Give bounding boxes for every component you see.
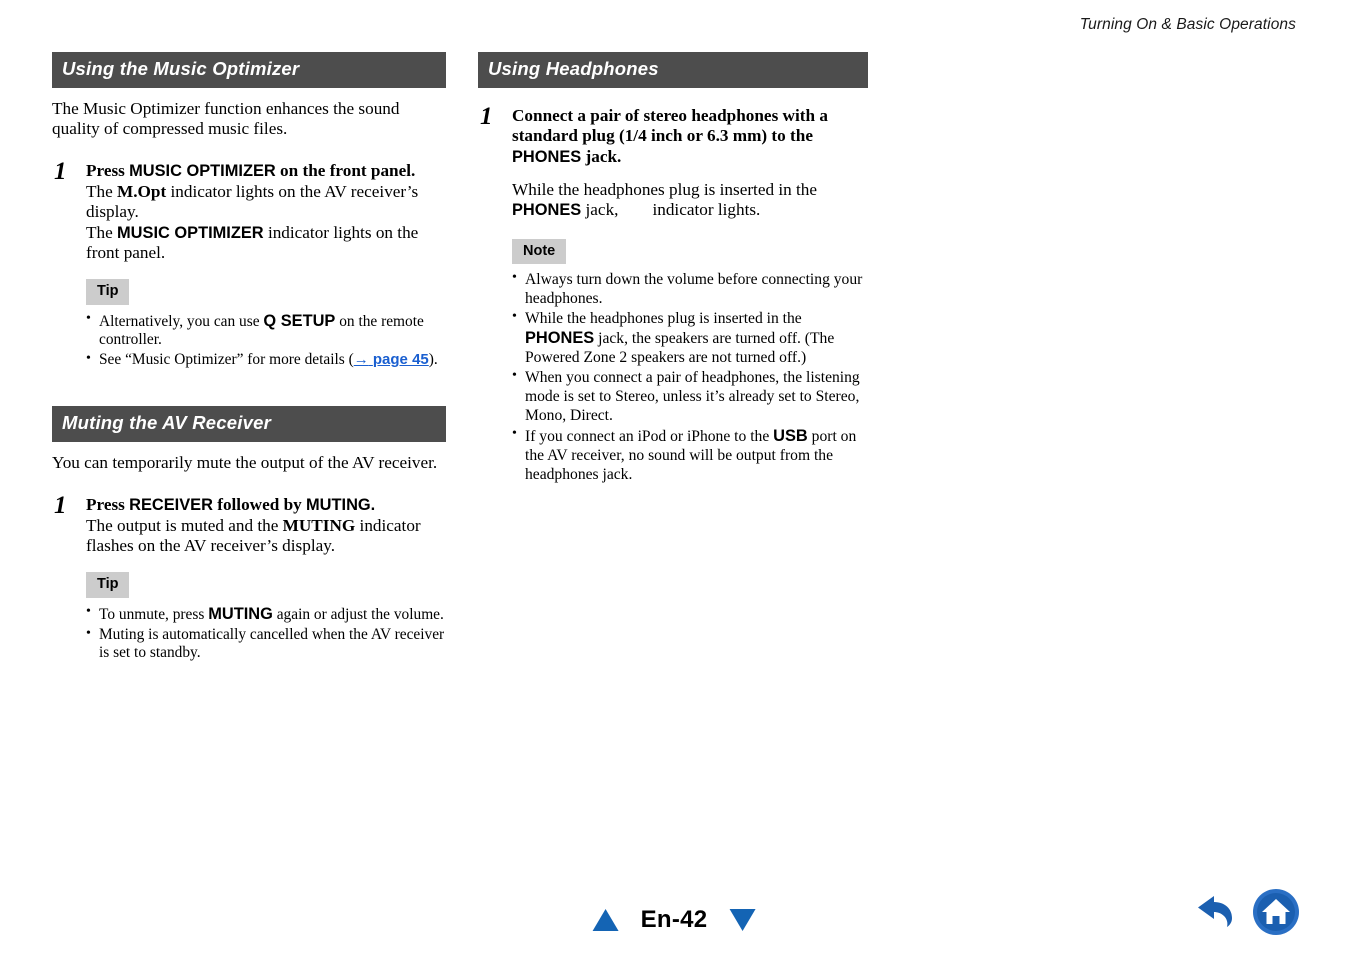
hp-title-pre: Connect a pair of stereo headphones with… (512, 105, 828, 146)
step-title-post: on the front panel. (275, 161, 416, 181)
hp-body-mid: jack, (581, 200, 619, 220)
jack-name-phones: PHONES (525, 329, 595, 348)
hp-title-post: jack. (581, 147, 622, 167)
muting-body-pre: The output is muted and the (86, 515, 283, 535)
tip-label: Tip (86, 279, 130, 305)
control-name-q-setup: Q SETUP (263, 311, 336, 330)
tip-bullet-list: Alternatively, you can use Q SETUP on th… (86, 310, 446, 370)
back-arrow-icon[interactable] (1192, 892, 1238, 932)
tip-callout-muting: Tip To unmute, press MUTING again or adj… (86, 572, 446, 663)
arrow-right-icon: → (353, 351, 369, 369)
step-body-line-2: The MUSIC OPTIMIZER indicator lights on … (86, 223, 446, 264)
muting-step-1: 1 Press RECEIVER followed by MUTING. The… (52, 491, 446, 663)
section-heading-music-optimizer: Using the Music Optimizer (52, 52, 446, 88)
control-name-muting: MUTING. (306, 495, 376, 514)
music-optimizer-step-1: 1 Press MUSIC OPTIMIZER on the front pan… (52, 158, 446, 370)
tip2-pre: See “Music Optimizer” for more details ( (99, 351, 354, 369)
footer-navigation: En-42 (0, 888, 1348, 936)
muting-tip1-post: again or adjust the volume. (272, 605, 444, 623)
step-number: 1 (54, 491, 67, 519)
list-item: When you connect a pair of headphones, t… (512, 367, 868, 425)
section-heading-muting: Muting the AV Receiver (52, 406, 446, 442)
viewer-controls (1192, 888, 1300, 936)
step-title: Connect a pair of stereo headphones with… (512, 106, 868, 168)
step-number: 1 (54, 158, 67, 186)
note-callout-headphones: Note Always turn down the volume before … (512, 238, 868, 485)
list-item: Always turn down the volume before conne… (512, 269, 868, 308)
step-body-line-1: The M.Opt indicator lights on the AV rec… (86, 182, 446, 223)
note-label: Note (512, 238, 567, 265)
indicator-name-muting: MUTING (282, 515, 356, 535)
section-heading-headphones: Using Headphones (478, 52, 868, 88)
right-column: Using Headphones 1 Connect a pair of ste… (478, 52, 868, 484)
muting-tip1-pre: To unmute, press (99, 605, 209, 623)
list-item: To unmute, press MUTING again or adjust … (86, 603, 446, 625)
page-reference-link[interactable]: → page 45 (354, 351, 429, 368)
step-title-pre: Press (86, 161, 130, 181)
step-title: Press RECEIVER followed by MUTING. (86, 495, 446, 516)
tip-bullet-list: To unmute, press MUTING again or adjust … (86, 603, 446, 664)
list-item: See “Music Optimizer” for more details (… (86, 350, 446, 370)
triangle-up-icon[interactable] (592, 909, 619, 931)
port-name-usb: USB (773, 427, 808, 446)
tip-label: Tip (86, 572, 130, 598)
page-reference-label: page 45 (372, 351, 429, 369)
indicator-name-mopt: M.Opt (117, 181, 167, 201)
music-optimizer-intro: The Music Optimizer function enhances th… (52, 98, 400, 138)
note-bullet-list: Always turn down the volume before conne… (512, 269, 868, 484)
list-item: If you connect an iPod or iPhone to the … (512, 425, 868, 484)
step-title-mid: followed by (212, 494, 307, 514)
body2-pre: The (86, 222, 118, 242)
tip2-post: ). (428, 351, 438, 369)
indicator-name-music-optimizer: MUSIC OPTIMIZER (117, 223, 264, 242)
page-navigation: En-42 (592, 906, 756, 934)
list-item: Alternatively, you can use Q SETUP on th… (86, 310, 446, 351)
headphones-step-1: 1 Connect a pair of stereo headphones wi… (478, 102, 868, 485)
hp-body-post: indicator lights. (652, 200, 761, 220)
note4-pre: If you connect an iPod or iPhone to the (525, 428, 774, 446)
note2-pre: While the headphones plug is inserted in… (525, 310, 802, 328)
running-head: Turning On & Basic Operations (1079, 16, 1296, 33)
step-body: The output is muted and the MUTING indic… (86, 516, 446, 557)
step-title: Press MUSIC OPTIMIZER on the front panel… (86, 161, 446, 182)
control-name-receiver: RECEIVER (129, 495, 213, 514)
page-number-label: En-42 (640, 906, 708, 933)
body1-pre: The (86, 181, 118, 201)
jack-name-phones: PHONES (512, 201, 582, 220)
step-number: 1 (480, 102, 493, 130)
home-icon[interactable] (1252, 888, 1300, 936)
control-name-music-optimizer: MUSIC OPTIMIZER (129, 162, 276, 181)
control-name-muting: MUTING (208, 604, 273, 623)
muting-intro: You can temporarily mute the output of t… (52, 452, 438, 472)
triangle-down-icon[interactable] (729, 909, 756, 931)
jack-name-phones: PHONES (512, 148, 582, 167)
step-title-pre: Press (86, 494, 130, 514)
tip-callout-music-optimizer: Tip Alternatively, you can use Q SETUP o… (86, 279, 446, 370)
tip1-pre: Alternatively, you can use (99, 312, 264, 330)
step-body: While the headphones plug is inserted in… (512, 180, 868, 221)
hp-body-pre: While the headphones plug is inserted in… (512, 179, 818, 199)
list-item: Muting is automatically cancelled when t… (86, 625, 446, 664)
list-item: While the headphones plug is inserted in… (512, 308, 868, 367)
left-column: Using the Music Optimizer The Music Opti… (52, 52, 446, 663)
